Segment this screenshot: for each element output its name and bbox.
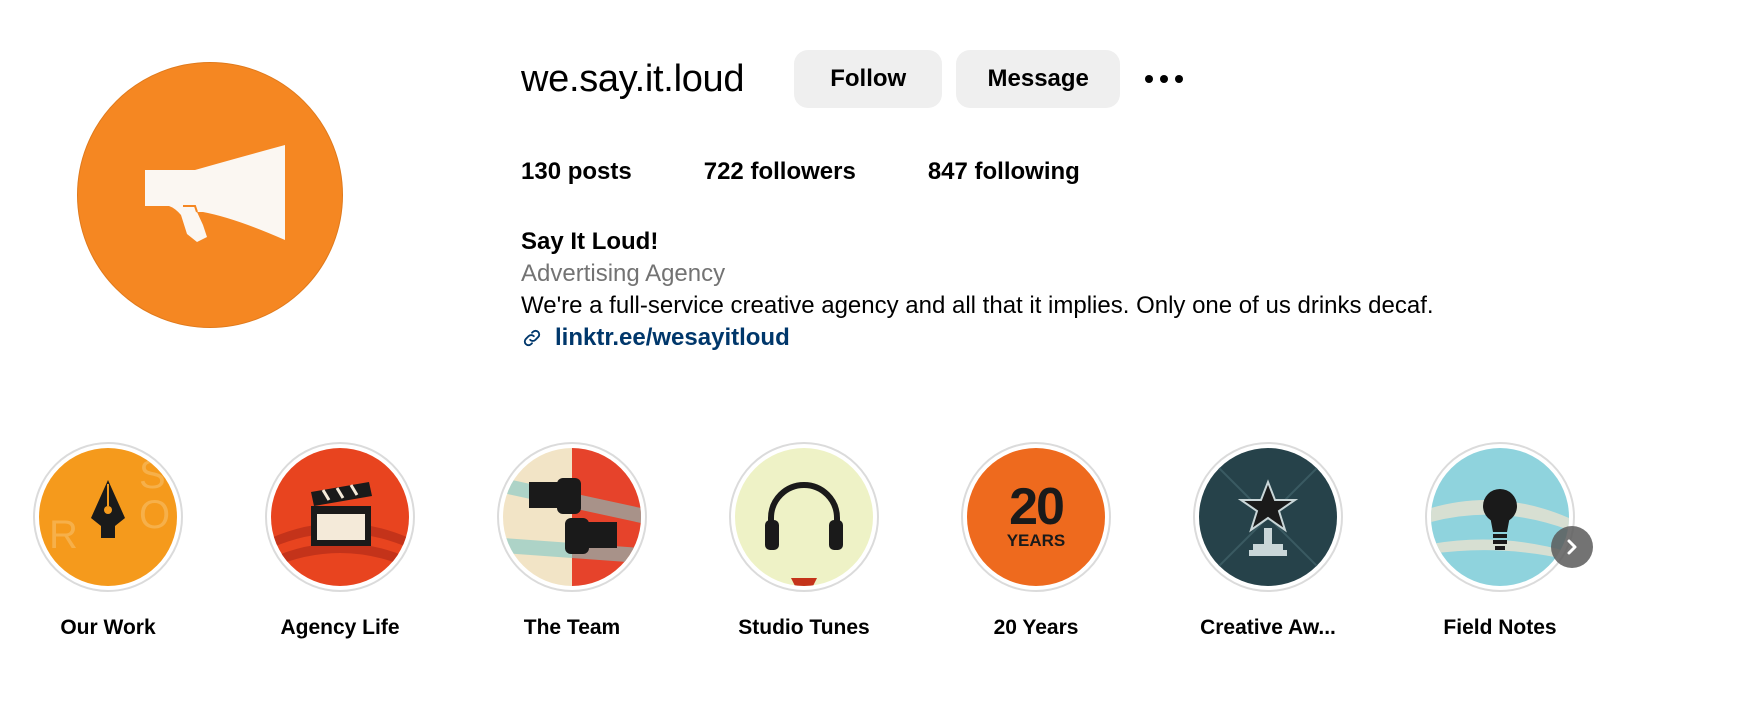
badge-text: YEARS [1006,531,1066,550]
follow-button[interactable]: Follow [794,50,943,108]
highlight-label: Our Work [60,616,156,639]
link-icon [523,329,541,347]
posts-stat: 130 posts [521,158,632,186]
following-label: following [974,158,1080,185]
highlights-next-button[interactable] [1551,526,1593,568]
clapperboard-icon [271,482,409,568]
bio-link-text: linktr.ee/wesayitloud [555,324,790,351]
profile-avatar[interactable] [77,62,343,328]
highlight-label: The Team [523,616,621,639]
followers-count: 722 [703,158,744,185]
message-button[interactable]: Message [956,50,1121,108]
svg-text:R: R [49,513,78,557]
pen-nib-icon: S O R [49,453,170,557]
highlight-label: Studio Tunes [738,616,870,639]
username: we.say.it.loud [521,57,745,100]
headphones-icon [765,482,843,586]
followers-stat[interactable]: 722 followers [704,158,856,186]
svg-text:O: O [139,493,170,537]
bio-category: Advertising Agency [521,260,726,287]
chevron-right-icon [1567,539,1577,555]
svg-text:S: S [139,453,166,497]
more-horizontal-icon [1145,75,1184,83]
highlight-label: 20 Years [993,616,1079,639]
highlight-agency-life[interactable]: Agency Life [260,442,420,640]
twenty-years-icon: 20 YEARS [1006,478,1066,551]
trophy-star-icon [1199,448,1337,586]
posts-label: posts [567,158,632,185]
highlight-20-years[interactable]: 20 YEARS 20 Years [956,442,1116,640]
bio-description: We're a full-service creative agency and… [521,292,1434,319]
megaphone-icon [145,145,285,242]
highlight-studio-tunes[interactable]: Studio Tunes [724,442,884,640]
more-options-button[interactable] [1142,50,1186,108]
profile-stats: 130 posts 722 followers 847 following [521,158,1152,186]
highlight-our-work[interactable]: S O R Our Work [28,442,188,640]
profile-header: we.say.it.loud Follow Message [521,50,1186,108]
badge-number: 20 [1009,478,1065,536]
posts-count: 130 [521,158,562,185]
profile-bio: Say It Loud! Advertising Agency We're a … [521,226,1434,354]
highlight-the-team[interactable]: The Team [492,442,652,640]
followers-label: followers [750,158,856,185]
highlight-label: Creative Aw... [1200,616,1336,639]
highlight-label: Field Notes [1443,616,1557,639]
highlight-label: Agency Life [280,616,400,639]
bio-link[interactable]: linktr.ee/wesayitloud [521,322,1434,354]
lightbulb-icon [1431,489,1569,560]
following-count: 847 [927,158,968,185]
following-stat[interactable]: 847 following [928,158,1080,186]
highlight-creative-awards[interactable]: Creative Aw... [1188,442,1348,640]
fist-bump-icon [503,448,641,586]
bio-name: Say It Loud! [521,228,659,255]
